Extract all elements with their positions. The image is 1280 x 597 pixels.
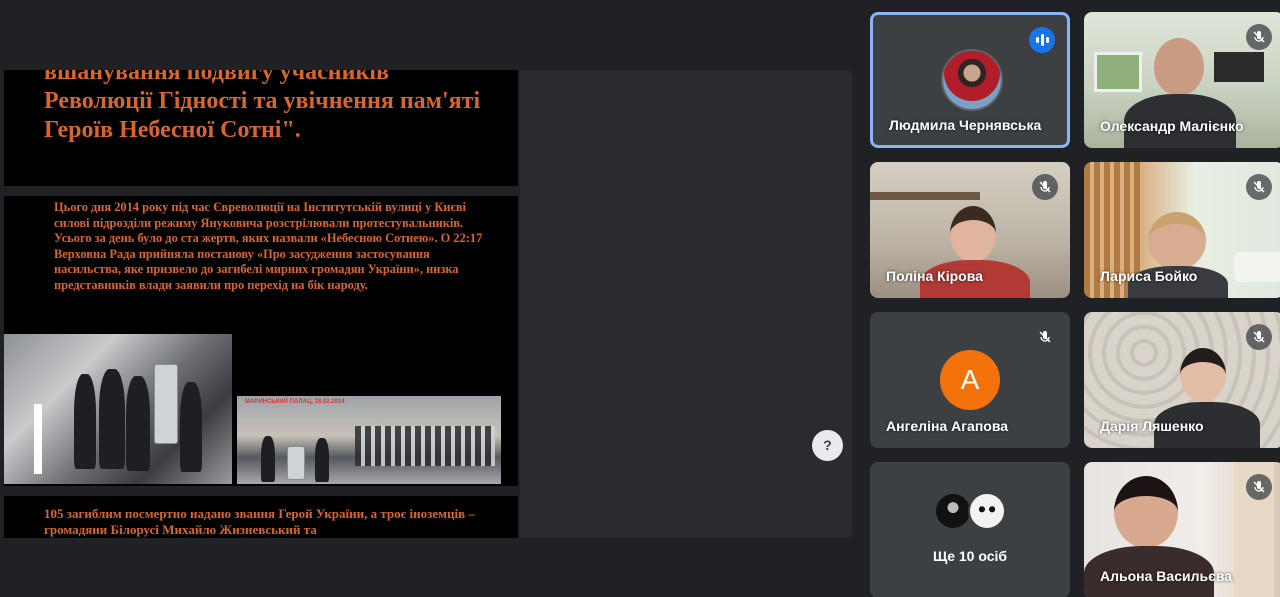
avatar: А bbox=[940, 350, 1000, 410]
presentation-slide: вшанування подвигу учасників Революції Г… bbox=[0, 70, 520, 538]
slide-paragraph: Цього дня 2014 року під час Євреволюції … bbox=[54, 200, 483, 292]
mic-off-icon bbox=[1246, 324, 1272, 350]
mic-off-icon bbox=[1032, 174, 1058, 200]
presentation-stage: вшанування подвигу учасників Революції Г… bbox=[0, 70, 852, 538]
participant-name: Дарія Ляшенко bbox=[1100, 418, 1204, 434]
participant-name: Альона Васильєва bbox=[1100, 568, 1233, 584]
slide-title: вшанування подвигу учасників Революції Г… bbox=[44, 70, 481, 143]
slide-photo-mariinsky: МАРИНСЬКИЙ ПАЛАЦ, 18.02.2014 bbox=[237, 396, 501, 484]
mic-off-icon bbox=[1246, 474, 1272, 500]
participant-name: Олександр Малієнко bbox=[1100, 118, 1244, 134]
participant-tile[interactable]: Олександр Малієнко bbox=[1084, 12, 1280, 148]
speaking-indicator-icon bbox=[1029, 27, 1055, 53]
avatar bbox=[941, 49, 1003, 111]
mic-off-icon bbox=[1032, 324, 1058, 350]
more-participants-tile[interactable]: Ще 10 осіб bbox=[870, 462, 1070, 597]
participant-tile[interactable]: Лариса Бойко bbox=[1084, 162, 1280, 298]
participant-tile[interactable]: Дарія Ляшенко bbox=[1084, 312, 1280, 448]
slide-photo-protest bbox=[4, 334, 232, 484]
participant-tile[interactable]: Людмила Чернявська bbox=[870, 12, 1070, 148]
avatar bbox=[968, 492, 1006, 530]
participant-name: Поліна Кірова bbox=[886, 268, 983, 284]
participant-name: Лариса Бойко bbox=[1100, 268, 1198, 284]
slide-footer-text: 105 загиблим посмертно надано звання Гер… bbox=[44, 506, 475, 537]
help-icon[interactable]: ? bbox=[812, 430, 843, 461]
slide-footer-block: 105 загиблим посмертно надано звання Гер… bbox=[4, 496, 518, 538]
slide-body-block: Цього дня 2014 року під час Євреволюції … bbox=[4, 196, 518, 486]
slide-title-block: вшанування подвигу учасників Революції Г… bbox=[4, 70, 518, 186]
mic-off-icon bbox=[1246, 174, 1272, 200]
participant-tile[interactable]: Поліна Кірова bbox=[870, 162, 1070, 298]
more-participants-label: Ще 10 осіб bbox=[932, 548, 1008, 564]
photo-caption: МАРИНСЬКИЙ ПАЛАЦ, 18.02.2014 bbox=[245, 399, 345, 405]
participant-name: Людмила Чернявська bbox=[889, 117, 1042, 133]
participant-tile[interactable]: А Ангеліна Агапова bbox=[870, 312, 1070, 448]
participant-name: Ангеліна Агапова bbox=[886, 418, 1009, 434]
more-avatars bbox=[934, 492, 1008, 532]
participant-tile[interactable]: Альона Васильєва bbox=[1084, 462, 1280, 597]
mic-off-icon bbox=[1246, 24, 1272, 50]
avatar bbox=[934, 492, 972, 530]
